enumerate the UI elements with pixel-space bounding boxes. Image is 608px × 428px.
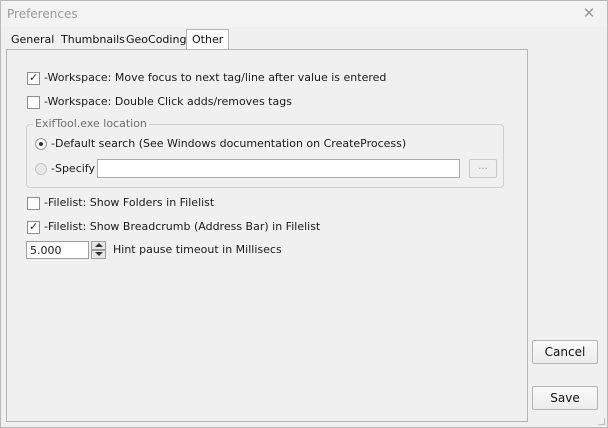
tab-thumbnails[interactable]: Thumbnails [56, 32, 130, 48]
exiftool-location-group [26, 124, 504, 188]
exiftool-location-legend: ExifTool.exe location [33, 117, 149, 131]
workspace-focus-checkbox[interactable]: ✓ [27, 71, 40, 85]
filelist-breadcrumb-checkbox[interactable]: ✓ [27, 220, 40, 234]
filelist-folders-label: -Filelist: Show Folders in Filelist [44, 196, 215, 209]
workspace-focus-label: -Workspace: Move focus to next tag/line … [44, 71, 387, 84]
radio-selected-dot [39, 142, 43, 146]
check-icon: ✓ [29, 220, 39, 233]
specify-radio[interactable] [35, 163, 47, 175]
filelist-folders-checkbox[interactable] [27, 197, 40, 210]
window-title: Preferences [7, 7, 78, 21]
hint-timeout-label: Hint pause timeout in Millisecs [113, 243, 282, 256]
arrow-up-icon [95, 243, 103, 247]
preferences-window: Preferences ✕ General Thumbnails GeoCodi… [0, 0, 608, 428]
specify-path-input[interactable] [97, 159, 460, 178]
spin-up-button[interactable] [91, 241, 106, 250]
check-icon: ✓ [29, 71, 39, 84]
hint-timeout-input[interactable]: 5.000 [26, 241, 89, 259]
tab-other[interactable]: Other [186, 29, 230, 50]
workspace-dblclick-checkbox[interactable] [27, 96, 40, 109]
tab-geocoding[interactable]: GeoCoding [121, 32, 191, 48]
browse-button[interactable]: ... [469, 159, 497, 178]
specify-label: -Specify [51, 162, 95, 175]
default-search-label: -Default search (See Windows documentati… [51, 137, 407, 150]
tab-general[interactable]: General [6, 32, 59, 48]
arrow-down-icon [95, 252, 103, 256]
close-icon[interactable]: ✕ [581, 4, 597, 22]
cancel-button[interactable]: Cancel [532, 340, 598, 364]
default-search-radio[interactable] [35, 138, 47, 150]
spin-down-button[interactable] [91, 250, 106, 259]
title-bar: Preferences ✕ [1, 1, 607, 27]
filelist-breadcrumb-label: -Filelist: Show Breadcrumb (Address Bar)… [44, 220, 321, 233]
other-tab-panel: ✓ -Workspace: Move focus to next tag/lin… [6, 49, 528, 422]
save-button[interactable]: Save [532, 386, 598, 410]
workspace-dblclick-label: -Workspace: Double Click adds/removes ta… [44, 95, 292, 108]
resize-grip[interactable] [598, 418, 605, 425]
